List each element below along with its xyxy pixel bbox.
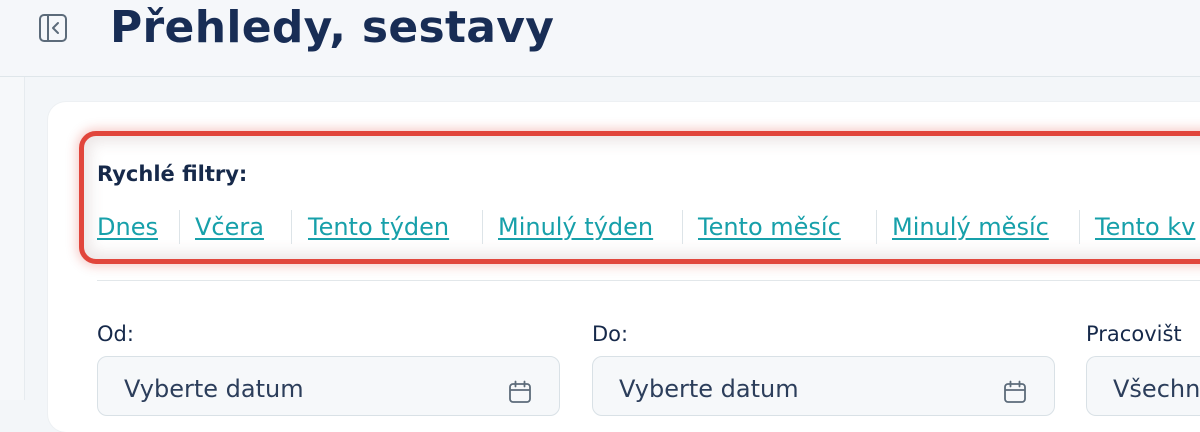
- quick-filter-this-quarter[interactable]: Tento kv: [1095, 212, 1195, 242]
- calendar-icon[interactable]: [1002, 379, 1028, 405]
- quick-filters-panel: [79, 131, 1200, 264]
- date-to-label: Do:: [592, 322, 629, 346]
- quick-filter-separator: [682, 210, 683, 244]
- workplace-label: Pracovišt: [1086, 322, 1182, 346]
- date-from-input[interactable]: Vyberte datum: [97, 356, 560, 416]
- quick-filter-this-week[interactable]: Tento týden: [308, 212, 449, 242]
- quick-filter-today[interactable]: Dnes: [97, 212, 158, 242]
- section-divider: [97, 280, 1200, 281]
- quick-filter-separator: [291, 210, 292, 244]
- quick-filter-separator: [1079, 210, 1080, 244]
- quick-filter-separator: [179, 210, 180, 244]
- workplace-select[interactable]: Všechn: [1086, 356, 1200, 416]
- quick-filter-yesterday[interactable]: Včera: [195, 212, 264, 242]
- date-to-input[interactable]: Vyberte datum: [592, 356, 1055, 416]
- page-header: Přehledy, sestavy: [0, 0, 1200, 77]
- sidebar-toggle-button[interactable]: [38, 13, 68, 43]
- quick-filter-this-month[interactable]: Tento měsíc: [698, 212, 841, 242]
- quick-filters-label: Rychlé filtry:: [97, 162, 248, 186]
- page-title: Přehledy, sestavy: [110, 2, 555, 53]
- calendar-icon[interactable]: [507, 379, 533, 405]
- sidebar-collapse-icon: [39, 14, 67, 42]
- quick-filter-last-week[interactable]: Minulý týden: [498, 212, 653, 242]
- quick-filter-separator: [876, 210, 877, 244]
- quick-filter-last-month[interactable]: Minulý měsíc: [892, 212, 1049, 242]
- quick-filter-separator: [482, 210, 483, 244]
- date-from-label: Od:: [97, 322, 134, 346]
